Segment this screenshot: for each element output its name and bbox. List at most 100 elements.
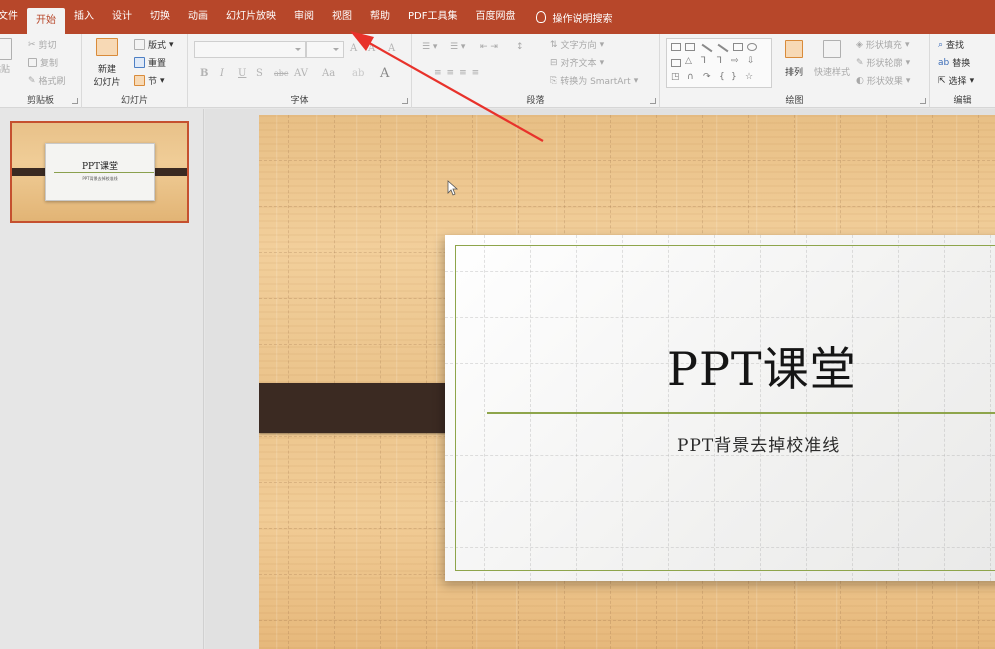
card-frame (455, 245, 995, 571)
tab-insert[interactable]: 插入 (65, 0, 103, 34)
textbox-shape-icon[interactable] (671, 43, 681, 51)
strikethrough-button[interactable]: abc (274, 69, 288, 78)
tab-help[interactable]: 帮助 (361, 0, 399, 34)
font-launcher[interactable] (402, 98, 408, 104)
arc-shape-icon[interactable]: ↷ (703, 72, 711, 82)
guide-line-v (334, 115, 335, 649)
slide-editing-area: PPT课堂 PPT背景去掉校准线 (205, 109, 995, 649)
numbering-icon[interactable]: ☰ ▾ (450, 42, 465, 52)
paragraph-launcher[interactable] (650, 98, 656, 104)
lightbulb-icon (536, 11, 547, 23)
new-slide-button[interactable]: 新建 幻灯片 (92, 38, 122, 88)
thumbnail-card: PPT课堂 PPT背景去掉校准线 (45, 143, 155, 201)
tab-transitions[interactable]: 切换 (141, 0, 179, 34)
italic-button[interactable]: I (220, 68, 224, 79)
grow-font-icon[interactable]: A (350, 43, 357, 54)
underline-button[interactable]: U (238, 68, 246, 79)
paste-button[interactable]: 粘贴 (0, 38, 12, 75)
slide-thumbnail-1[interactable]: PPT课堂 PPT背景去掉校准线 (10, 121, 189, 223)
bullets-icon[interactable]: ☰ ▾ (422, 42, 437, 52)
section-button[interactable]: 节 ▾ (134, 74, 165, 87)
oval-shape-icon[interactable] (747, 43, 757, 51)
change-case-button[interactable]: Aa (322, 68, 335, 79)
brace-right-shape-icon[interactable]: } (731, 72, 737, 82)
search-icon: ⌕ (938, 39, 944, 50)
replace-button[interactable]: ab 替换 (938, 56, 970, 70)
line-shape-icon[interactable] (701, 43, 713, 53)
bold-button[interactable]: B (200, 68, 208, 79)
group-slides: 新建 幻灯片 版式 ▾ 重置 节 ▾ 幻灯片 (82, 34, 188, 108)
title-card[interactable]: PPT课堂 PPT背景去掉校准线 (445, 235, 995, 581)
section-icon (134, 75, 145, 86)
tab-home[interactable]: 开始 (27, 8, 65, 34)
guide-line-h (259, 206, 995, 207)
elbow-shape-icon[interactable]: ⅂ (717, 56, 722, 66)
shadow-button[interactable]: S (256, 68, 263, 79)
char-spacing-button[interactable]: AV (294, 68, 308, 79)
thumbnail-title: PPT课堂 (81, 162, 119, 172)
tab-file[interactable]: 文件 (0, 0, 27, 34)
find-button[interactable]: ⌕ 查找 (938, 38, 964, 52)
convert-smartart-button[interactable]: ⎘ 转换为 SmartArt ▾ (550, 74, 638, 88)
title-divider-line (487, 412, 995, 414)
font-size-combo[interactable] (306, 41, 344, 58)
select-button[interactable]: ⇱ 选择 ▾ (938, 74, 974, 88)
font-color-button[interactable]: A (380, 66, 389, 81)
tell-me-search[interactable]: 操作说明搜索 (536, 10, 612, 25)
dark-band-shape[interactable] (259, 381, 471, 435)
group-label-paragraph: 段落 (526, 96, 545, 106)
tab-view[interactable]: 视图 (323, 0, 361, 34)
rounded-rect-shape-icon[interactable] (671, 59, 681, 67)
group-clipboard: 粘贴 ✂剪切 复制 ✎格式刷 剪贴板 (0, 34, 82, 108)
line-spacing-icon[interactable]: ↕ (516, 42, 524, 52)
shrink-font-icon[interactable]: A (368, 43, 375, 54)
clipboard-launcher[interactable] (72, 98, 78, 104)
shapes-gallery[interactable]: △ ⅂ ⅂ ⇨ ⇩ ◳ ∩ ↷ { } ☆ (666, 38, 772, 88)
shape-effects-button[interactable]: ◐ 形状效果 ▾ (856, 74, 910, 88)
shape-fill-button[interactable]: ◈ 形状填充 ▾ (856, 38, 909, 52)
tab-slideshow[interactable]: 幻灯片放映 (217, 0, 285, 34)
arrow-line-shape-icon[interactable] (717, 43, 729, 53)
tab-pdf-tools[interactable]: PDF工具集 (399, 0, 466, 34)
slide-1[interactable]: PPT课堂 PPT背景去掉校准线 (259, 115, 995, 649)
new-slide-icon (96, 38, 118, 56)
star-shape-icon[interactable]: ☆ (745, 72, 753, 82)
text-direction-button[interactable]: ⇅ 文字方向 ▾ (550, 38, 604, 52)
group-paragraph: ☰ ▾ ☰ ▾ ⇤ ⇥ ↕ ≡≡≡≡ ⇅ 文字方向 ▾ ⊟ 对齐文本 ▾ ⎘ 转换为 Sm… (412, 34, 660, 108)
reset-button[interactable]: 重置 (134, 56, 166, 69)
align-text-button[interactable]: ⊟ 对齐文本 ▾ (550, 56, 604, 70)
quick-styles-button[interactable]: 快速样式 (812, 40, 852, 78)
copy-button[interactable]: 复制 (28, 56, 58, 69)
curve-shape-icon[interactable]: ∩ (687, 72, 694, 82)
callout-shape-icon[interactable]: ◳ (671, 72, 680, 82)
shape-outline-button[interactable]: ✎ 形状轮廓 ▾ (856, 56, 910, 70)
connector-shape-icon[interactable]: ⅂ (701, 56, 706, 66)
layout-button[interactable]: 版式 ▾ (134, 38, 174, 51)
indent-icons[interactable]: ⇤ ⇥ (480, 42, 498, 52)
alignment-icons[interactable]: ≡≡≡≡ (434, 68, 484, 78)
arrange-button[interactable]: 排列 (780, 40, 808, 78)
textbox-v-shape-icon[interactable] (685, 43, 695, 51)
brace-left-shape-icon[interactable]: { (719, 72, 725, 82)
tab-baidu-netdisk[interactable]: 百度网盘 (466, 0, 524, 34)
format-painter-button[interactable]: ✎ 格式刷 (28, 74, 66, 88)
slide-title[interactable]: PPT课堂 (667, 333, 857, 399)
group-label-font: 字体 (290, 96, 309, 106)
tab-animations[interactable]: 动画 (179, 0, 217, 34)
arrow-down-shape-icon[interactable]: ⇩ (747, 56, 755, 66)
tab-design[interactable]: 设计 (103, 0, 141, 34)
group-font: A A A B I U S abc AV Aa ab A 字体 (188, 34, 412, 108)
clear-format-icon[interactable]: A (388, 43, 395, 54)
thumbnail-subtitle: PPT背景去掉校准线 (82, 176, 118, 181)
ribbon-home: 粘贴 ✂剪切 复制 ✎格式刷 剪贴板 新建 幻灯片 版式▾ 重置 节▾ 幻灯片 … (0, 34, 995, 108)
triangle-shape-icon[interactable]: △ (685, 56, 692, 66)
guide-line-h (259, 160, 995, 161)
drawing-launcher[interactable] (920, 98, 926, 104)
cut-button[interactable]: ✂ 剪切 (28, 38, 57, 52)
rectangle-shape-icon[interactable] (733, 43, 743, 51)
highlight-icon[interactable]: ab (352, 68, 364, 79)
tab-review[interactable]: 审阅 (285, 0, 323, 34)
slide-subtitle[interactable]: PPT背景去掉校准线 (677, 431, 840, 456)
arrow-right-shape-icon[interactable]: ⇨ (731, 56, 739, 66)
font-name-combo[interactable] (194, 41, 306, 58)
